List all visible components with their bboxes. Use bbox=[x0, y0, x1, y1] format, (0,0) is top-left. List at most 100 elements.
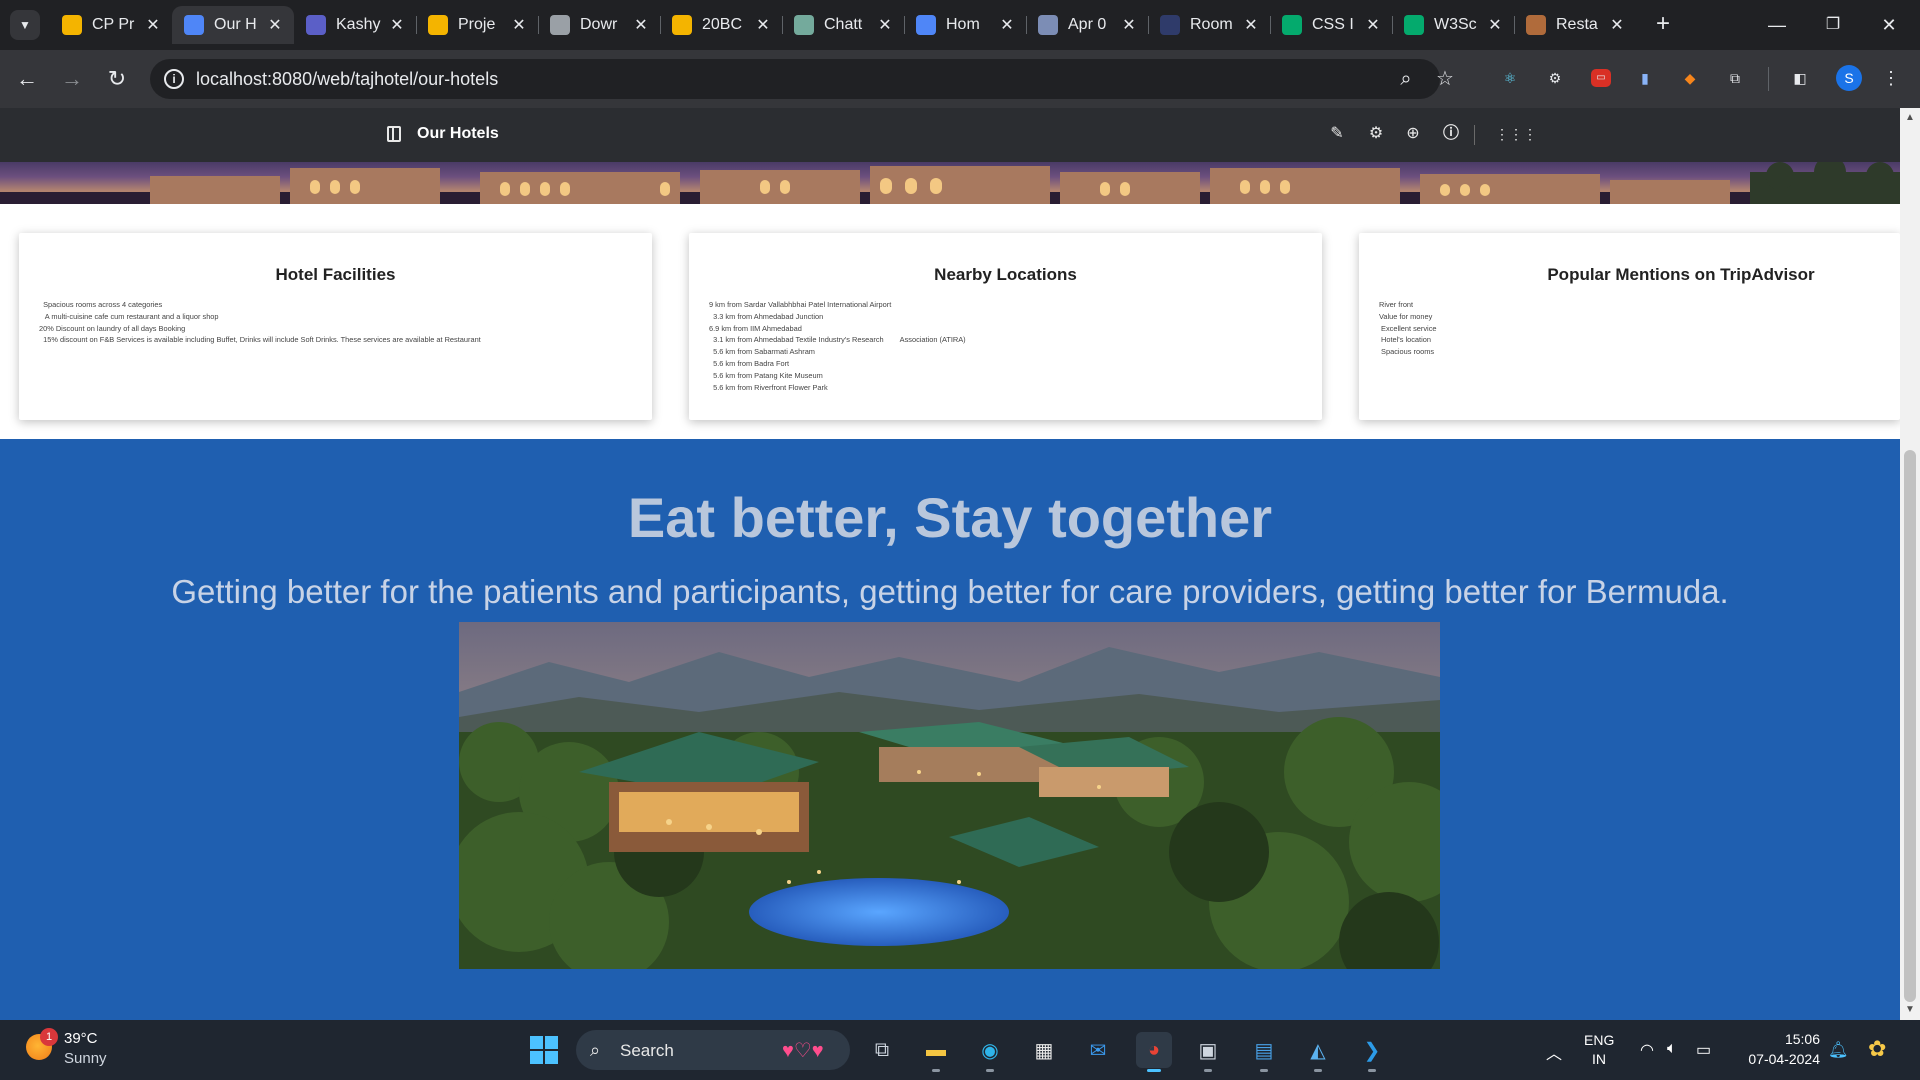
windows-start-icon[interactable] bbox=[526, 1032, 562, 1068]
profile-avatar[interactable]: S bbox=[1836, 65, 1862, 91]
settings-gear-icon[interactable]: ⚙ bbox=[1366, 124, 1386, 144]
video-extension-icon[interactable]: ▭ bbox=[1591, 69, 1611, 87]
new-tab-button[interactable]: + bbox=[1650, 12, 1676, 38]
language-indicator[interactable]: ENG bbox=[1584, 1032, 1614, 1048]
tab-title: CP Pr bbox=[92, 16, 135, 33]
browser-tab[interactable]: Hom ✕ bbox=[904, 6, 1026, 44]
edge-browser-icon[interactable]: ◉ bbox=[972, 1032, 1008, 1072]
minimize-button[interactable]: — bbox=[1757, 8, 1797, 42]
terminal-icon[interactable]: ▣ bbox=[1190, 1032, 1226, 1072]
browser-tab[interactable]: CSS I ✕ bbox=[1270, 6, 1392, 44]
tab-close-icon[interactable]: ✕ bbox=[388, 15, 406, 35]
react-devtools-icon[interactable]: ⚛ bbox=[1497, 65, 1523, 91]
copilot-icon[interactable]: ✿ bbox=[1868, 1036, 1886, 1062]
tab-close-icon[interactable]: ✕ bbox=[1242, 15, 1260, 35]
close-window-button[interactable]: ✕ bbox=[1869, 8, 1909, 42]
page-scrollbar[interactable]: ▲ ▼ bbox=[1900, 108, 1920, 1020]
resort-illustration bbox=[459, 622, 1440, 969]
page-viewport: Our Hotels ✎ ⚙ ⊕ ⓘ ⋮⋮⋮ Hotel Facilities … bbox=[0, 108, 1920, 1020]
tab-close-icon[interactable]: ✕ bbox=[1364, 15, 1382, 35]
site-info-icon[interactable]: i bbox=[164, 69, 184, 89]
list-item: Spacious rooms bbox=[1379, 347, 1435, 357]
vscode-icon[interactable]: ❯ bbox=[1354, 1032, 1390, 1072]
weather-temperature[interactable]: 39°C bbox=[64, 1030, 98, 1047]
browser-tab[interactable]: Resta ✕ bbox=[1514, 6, 1636, 44]
bookmark-star-icon[interactable]: ☆ bbox=[1433, 67, 1457, 91]
tab-close-icon[interactable]: ✕ bbox=[998, 15, 1016, 35]
globe-icon[interactable]: ⊕ bbox=[1403, 124, 1423, 144]
toolbar-divider bbox=[1768, 67, 1769, 91]
list-item: Spacious rooms across 4 categories bbox=[39, 300, 163, 309]
browser-tab[interactable]: Proje ✕ bbox=[416, 6, 538, 44]
gear-extension-icon[interactable]: ⚙ bbox=[1542, 65, 1568, 91]
tab-title: Room bbox=[1190, 16, 1233, 33]
notepad-icon[interactable]: ▤ bbox=[1246, 1032, 1282, 1072]
tab-close-icon[interactable]: ✕ bbox=[876, 15, 894, 35]
weather-condition[interactable]: Sunny bbox=[64, 1050, 107, 1067]
list-item: 15% discount on F&B Services is availabl… bbox=[39, 335, 481, 345]
back-button[interactable]: ← bbox=[12, 64, 42, 94]
tab-close-icon[interactable]: ✕ bbox=[1486, 15, 1504, 35]
tab-close-icon[interactable]: ✕ bbox=[1608, 15, 1626, 35]
editor-divider bbox=[1474, 125, 1475, 145]
volume-icon[interactable]: 🔈︎ bbox=[1667, 1040, 1677, 1058]
battery-icon[interactable]: ▭ bbox=[1696, 1040, 1711, 1060]
chrome-menu-icon[interactable]: ⋮ bbox=[1878, 65, 1904, 91]
show-hidden-icons-chevron-icon[interactable]: ︿ bbox=[1546, 1040, 1562, 1064]
scroll-down-icon[interactable]: ▼ bbox=[1904, 1004, 1916, 1016]
card-title: Nearby Locations bbox=[934, 265, 1077, 284]
tab-close-icon[interactable]: ✕ bbox=[754, 15, 772, 35]
taskbar-search-box[interactable]: ⌕ Search ♥♡♥ bbox=[576, 1030, 850, 1070]
address-bar[interactable]: i localhost:8080/web/tajhotel/our-hotels… bbox=[150, 59, 1454, 99]
tab-close-icon[interactable]: ✕ bbox=[1120, 15, 1138, 35]
microsoft-store-icon[interactable]: ▦ bbox=[1026, 1032, 1062, 1068]
scroll-up-icon[interactable]: ▲ bbox=[1904, 112, 1916, 124]
clock-time[interactable]: 15:06 bbox=[1770, 1031, 1820, 1047]
photos-icon[interactable]: ◭ bbox=[1300, 1032, 1336, 1072]
tab-close-icon[interactable]: ✕ bbox=[266, 15, 284, 35]
tab-close-icon[interactable]: ✕ bbox=[510, 15, 528, 35]
task-view-icon[interactable]: ⧉ bbox=[864, 1032, 900, 1068]
mail-icon[interactable]: ✉ bbox=[1080, 1032, 1116, 1068]
address-url[interactable]: localhost:8080/web/tajhotel/our-hotels bbox=[196, 69, 498, 90]
tab-favicon-icon bbox=[672, 15, 692, 35]
browser-tab[interactable]: Kashy ✕ bbox=[294, 6, 416, 44]
scroll-thumb[interactable] bbox=[1904, 450, 1916, 1002]
tab-search-chevron-icon[interactable]: ▼ bbox=[10, 10, 40, 40]
edit-pencil-icon[interactable]: ✎ bbox=[1327, 124, 1347, 144]
wifi-icon[interactable]: ◠ bbox=[1640, 1040, 1654, 1060]
zoom-search-icon[interactable]: ⌕ bbox=[1394, 67, 1418, 91]
tab-title: 20BC bbox=[702, 16, 743, 33]
region-indicator[interactable]: IN bbox=[1592, 1051, 1606, 1067]
list-item: Value for money bbox=[1379, 311, 1433, 321]
clock-date[interactable]: 07-04-2024 bbox=[1736, 1051, 1820, 1067]
tab-close-icon[interactable]: ✕ bbox=[144, 15, 162, 35]
metamask-fox-icon[interactable]: ◆ bbox=[1677, 65, 1703, 91]
side-panel-icon[interactable]: ◧ bbox=[1787, 65, 1813, 91]
sidebar-toggle-icon[interactable] bbox=[387, 126, 401, 142]
browser-tab[interactable]: 20BC ✕ bbox=[660, 6, 782, 44]
browser-tab-strip: ▼ CP Pr ✕ Our H ✕ Kashy ✕ Proje ✕ Dowr ✕ 20BC ✕ Chat… bbox=[0, 0, 1920, 50]
restore-button[interactable]: ❐ bbox=[1813, 8, 1853, 42]
list-item: 20% Discount on laundry of all days Book… bbox=[39, 323, 186, 333]
docs-extension-icon[interactable]: ▮ bbox=[1632, 65, 1658, 91]
notification-bell-icon[interactable]: 🔔︎ bbox=[1828, 1040, 1848, 1060]
apps-grid-icon[interactable]: ⋮⋮⋮ bbox=[1495, 124, 1537, 144]
resort-aerial-image bbox=[459, 622, 1440, 969]
browser-tab[interactable]: CP Pr ✕ bbox=[50, 6, 172, 44]
browser-tab[interactable]: Our H ✕ bbox=[172, 6, 294, 44]
browser-tab[interactable]: Apr 0 ✕ bbox=[1026, 6, 1148, 44]
tab-close-icon[interactable]: ✕ bbox=[632, 15, 650, 35]
file-explorer-icon[interactable]: ▬ bbox=[918, 1032, 954, 1072]
reload-button[interactable]: ↻ bbox=[102, 64, 132, 94]
browser-tab[interactable]: Room ✕ bbox=[1148, 6, 1270, 44]
chrome-taskbar-icon[interactable]: ◕ bbox=[1136, 1032, 1172, 1072]
hero-subtitle: Getting better for the patients and part… bbox=[171, 573, 1729, 610]
browser-tab[interactable]: Dowr ✕ bbox=[538, 6, 660, 44]
browser-tab[interactable]: W3Sc ✕ bbox=[1392, 6, 1514, 44]
info-icon[interactable]: ⓘ bbox=[1441, 124, 1461, 144]
extensions-puzzle-icon[interactable]: ⧉ bbox=[1722, 65, 1748, 91]
browser-tab[interactable]: Chatt ✕ bbox=[782, 6, 904, 44]
forward-button[interactable]: → bbox=[57, 64, 87, 94]
tab-title: CSS I bbox=[1312, 16, 1354, 33]
